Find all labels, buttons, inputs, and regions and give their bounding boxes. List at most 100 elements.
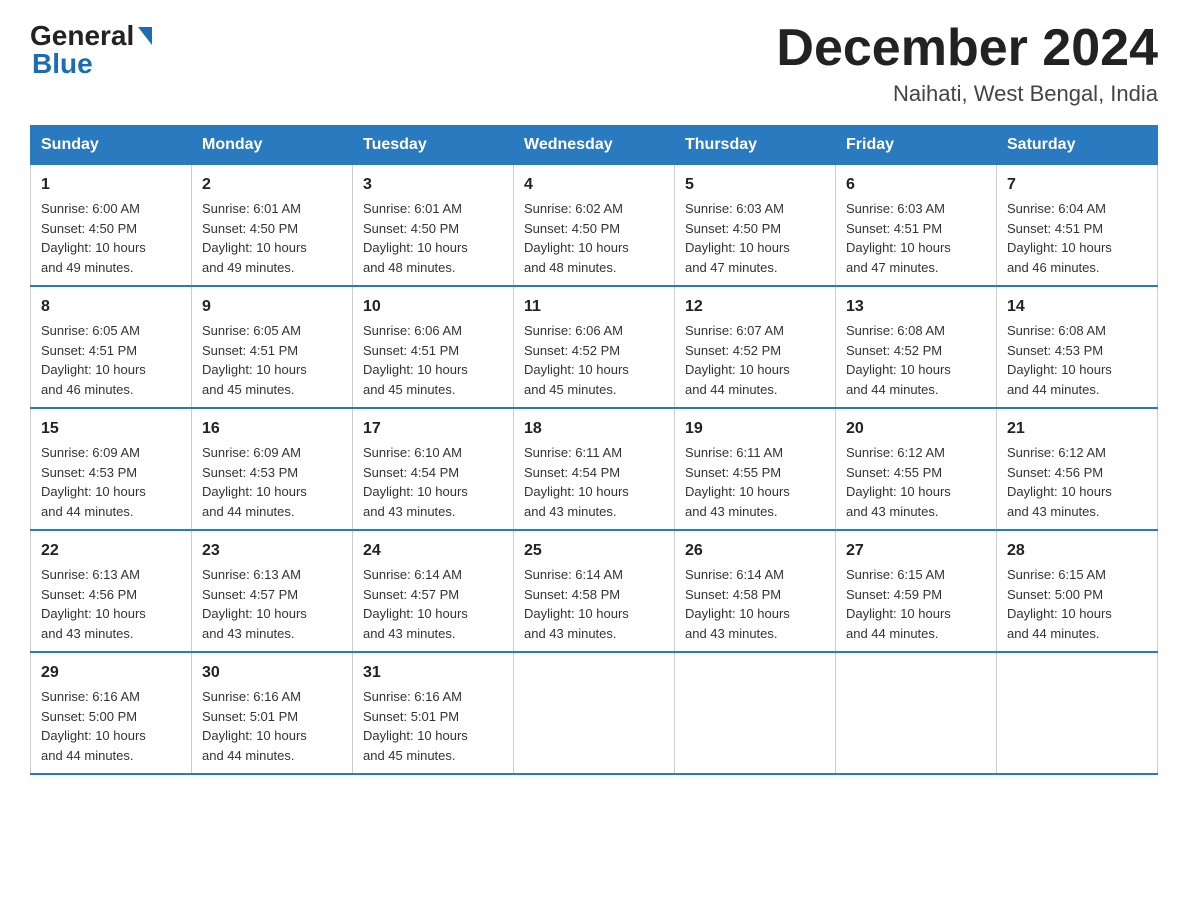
day-info: Sunrise: 6:08 AMSunset: 4:52 PMDaylight:…: [846, 323, 951, 397]
day-number: 15: [41, 417, 181, 441]
col-header-thursday: Thursday: [675, 126, 836, 165]
page-header: General Blue December 2024 Naihati, West…: [30, 20, 1158, 107]
day-number: 8: [41, 295, 181, 319]
day-number: 4: [524, 173, 664, 197]
calendar-cell: 31 Sunrise: 6:16 AMSunset: 5:01 PMDaylig…: [353, 652, 514, 774]
calendar-cell: 7 Sunrise: 6:04 AMSunset: 4:51 PMDayligh…: [997, 165, 1158, 287]
day-info: Sunrise: 6:16 AMSunset: 5:01 PMDaylight:…: [202, 689, 307, 763]
calendar-cell: 10 Sunrise: 6:06 AMSunset: 4:51 PMDaylig…: [353, 286, 514, 408]
day-info: Sunrise: 6:11 AMSunset: 4:54 PMDaylight:…: [524, 445, 629, 519]
day-number: 25: [524, 539, 664, 563]
day-number: 19: [685, 417, 825, 441]
day-info: Sunrise: 6:03 AMSunset: 4:50 PMDaylight:…: [685, 201, 790, 275]
calendar-cell: 18 Sunrise: 6:11 AMSunset: 4:54 PMDaylig…: [514, 408, 675, 530]
calendar-cell: [836, 652, 997, 774]
day-info: Sunrise: 6:15 AMSunset: 5:00 PMDaylight:…: [1007, 567, 1112, 641]
day-info: Sunrise: 6:08 AMSunset: 4:53 PMDaylight:…: [1007, 323, 1112, 397]
day-number: 30: [202, 661, 342, 685]
day-number: 17: [363, 417, 503, 441]
day-number: 9: [202, 295, 342, 319]
day-number: 14: [1007, 295, 1147, 319]
day-info: Sunrise: 6:16 AMSunset: 5:01 PMDaylight:…: [363, 689, 468, 763]
day-number: 12: [685, 295, 825, 319]
calendar-cell: 14 Sunrise: 6:08 AMSunset: 4:53 PMDaylig…: [997, 286, 1158, 408]
calendar-cell: 8 Sunrise: 6:05 AMSunset: 4:51 PMDayligh…: [31, 286, 192, 408]
calendar-table: SundayMondayTuesdayWednesdayThursdayFrid…: [30, 125, 1158, 775]
calendar-cell: 5 Sunrise: 6:03 AMSunset: 4:50 PMDayligh…: [675, 165, 836, 287]
day-info: Sunrise: 6:13 AMSunset: 4:56 PMDaylight:…: [41, 567, 146, 641]
day-info: Sunrise: 6:05 AMSunset: 4:51 PMDaylight:…: [202, 323, 307, 397]
day-number: 18: [524, 417, 664, 441]
calendar-cell: 22 Sunrise: 6:13 AMSunset: 4:56 PMDaylig…: [31, 530, 192, 652]
day-number: 31: [363, 661, 503, 685]
day-number: 13: [846, 295, 986, 319]
calendar-cell: 24 Sunrise: 6:14 AMSunset: 4:57 PMDaylig…: [353, 530, 514, 652]
day-info: Sunrise: 6:14 AMSunset: 4:58 PMDaylight:…: [685, 567, 790, 641]
calendar-cell: 21 Sunrise: 6:12 AMSunset: 4:56 PMDaylig…: [997, 408, 1158, 530]
calendar-cell: 16 Sunrise: 6:09 AMSunset: 4:53 PMDaylig…: [192, 408, 353, 530]
day-number: 6: [846, 173, 986, 197]
calendar-cell: 12 Sunrise: 6:07 AMSunset: 4:52 PMDaylig…: [675, 286, 836, 408]
calendar-cell: 11 Sunrise: 6:06 AMSunset: 4:52 PMDaylig…: [514, 286, 675, 408]
day-info: Sunrise: 6:07 AMSunset: 4:52 PMDaylight:…: [685, 323, 790, 397]
col-header-saturday: Saturday: [997, 126, 1158, 165]
calendar-cell: 6 Sunrise: 6:03 AMSunset: 4:51 PMDayligh…: [836, 165, 997, 287]
day-number: 20: [846, 417, 986, 441]
day-number: 24: [363, 539, 503, 563]
day-number: 22: [41, 539, 181, 563]
logo: General Blue: [30, 20, 152, 80]
day-info: Sunrise: 6:10 AMSunset: 4:54 PMDaylight:…: [363, 445, 468, 519]
calendar-cell: 2 Sunrise: 6:01 AMSunset: 4:50 PMDayligh…: [192, 165, 353, 287]
day-info: Sunrise: 6:06 AMSunset: 4:51 PMDaylight:…: [363, 323, 468, 397]
calendar-cell: 1 Sunrise: 6:00 AMSunset: 4:50 PMDayligh…: [31, 165, 192, 287]
calendar-cell: 23 Sunrise: 6:13 AMSunset: 4:57 PMDaylig…: [192, 530, 353, 652]
day-info: Sunrise: 6:02 AMSunset: 4:50 PMDaylight:…: [524, 201, 629, 275]
day-info: Sunrise: 6:04 AMSunset: 4:51 PMDaylight:…: [1007, 201, 1112, 275]
calendar-cell: [675, 652, 836, 774]
calendar-cell: 29 Sunrise: 6:16 AMSunset: 5:00 PMDaylig…: [31, 652, 192, 774]
title-area: December 2024 Naihati, West Bengal, Indi…: [776, 20, 1158, 107]
day-number: 27: [846, 539, 986, 563]
col-header-friday: Friday: [836, 126, 997, 165]
day-info: Sunrise: 6:05 AMSunset: 4:51 PMDaylight:…: [41, 323, 146, 397]
day-info: Sunrise: 6:01 AMSunset: 4:50 PMDaylight:…: [363, 201, 468, 275]
day-info: Sunrise: 6:00 AMSunset: 4:50 PMDaylight:…: [41, 201, 146, 275]
day-number: 11: [524, 295, 664, 319]
col-header-monday: Monday: [192, 126, 353, 165]
col-header-wednesday: Wednesday: [514, 126, 675, 165]
logo-arrow-icon: [138, 27, 152, 45]
calendar-cell: 15 Sunrise: 6:09 AMSunset: 4:53 PMDaylig…: [31, 408, 192, 530]
day-number: 1: [41, 173, 181, 197]
logo-text-blue: Blue: [30, 48, 93, 80]
day-info: Sunrise: 6:06 AMSunset: 4:52 PMDaylight:…: [524, 323, 629, 397]
calendar-cell: 28 Sunrise: 6:15 AMSunset: 5:00 PMDaylig…: [997, 530, 1158, 652]
calendar-cell: 17 Sunrise: 6:10 AMSunset: 4:54 PMDaylig…: [353, 408, 514, 530]
day-info: Sunrise: 6:14 AMSunset: 4:58 PMDaylight:…: [524, 567, 629, 641]
day-info: Sunrise: 6:15 AMSunset: 4:59 PMDaylight:…: [846, 567, 951, 641]
col-header-tuesday: Tuesday: [353, 126, 514, 165]
day-number: 2: [202, 173, 342, 197]
day-info: Sunrise: 6:11 AMSunset: 4:55 PMDaylight:…: [685, 445, 790, 519]
col-header-sunday: Sunday: [31, 126, 192, 165]
calendar-cell: 3 Sunrise: 6:01 AMSunset: 4:50 PMDayligh…: [353, 165, 514, 287]
day-number: 29: [41, 661, 181, 685]
calendar-cell: 9 Sunrise: 6:05 AMSunset: 4:51 PMDayligh…: [192, 286, 353, 408]
location-title: Naihati, West Bengal, India: [776, 81, 1158, 107]
day-number: 3: [363, 173, 503, 197]
day-number: 28: [1007, 539, 1147, 563]
day-number: 21: [1007, 417, 1147, 441]
calendar-cell: 4 Sunrise: 6:02 AMSunset: 4:50 PMDayligh…: [514, 165, 675, 287]
day-number: 23: [202, 539, 342, 563]
day-info: Sunrise: 6:13 AMSunset: 4:57 PMDaylight:…: [202, 567, 307, 641]
calendar-cell: 26 Sunrise: 6:14 AMSunset: 4:58 PMDaylig…: [675, 530, 836, 652]
calendar-cell: 27 Sunrise: 6:15 AMSunset: 4:59 PMDaylig…: [836, 530, 997, 652]
day-info: Sunrise: 6:03 AMSunset: 4:51 PMDaylight:…: [846, 201, 951, 275]
day-number: 16: [202, 417, 342, 441]
calendar-cell: [514, 652, 675, 774]
day-info: Sunrise: 6:12 AMSunset: 4:56 PMDaylight:…: [1007, 445, 1112, 519]
day-info: Sunrise: 6:09 AMSunset: 4:53 PMDaylight:…: [202, 445, 307, 519]
calendar-cell: 25 Sunrise: 6:14 AMSunset: 4:58 PMDaylig…: [514, 530, 675, 652]
day-info: Sunrise: 6:16 AMSunset: 5:00 PMDaylight:…: [41, 689, 146, 763]
day-number: 10: [363, 295, 503, 319]
day-number: 7: [1007, 173, 1147, 197]
